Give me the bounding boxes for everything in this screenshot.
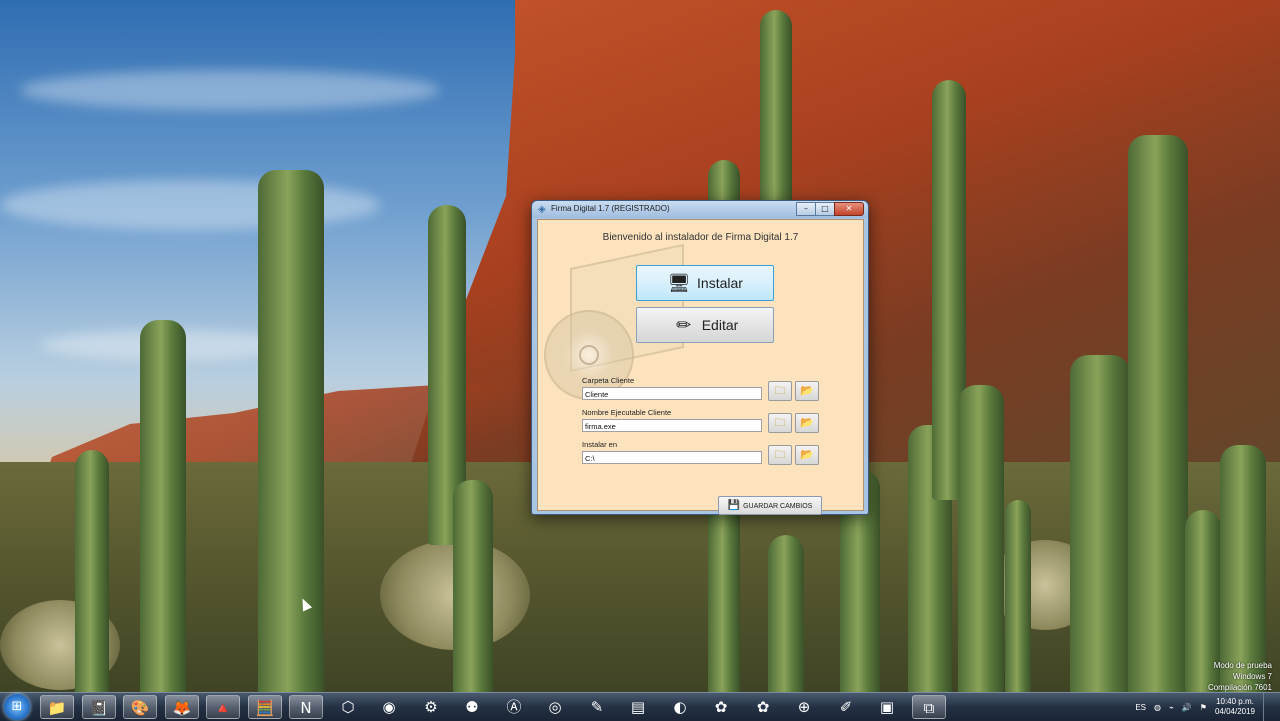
window-title: Firma Digital 1.7 (REGISTRADO) xyxy=(551,204,670,213)
cactus xyxy=(258,170,324,692)
flag-icon[interactable]: ⚑ xyxy=(1200,703,1207,712)
firefox-icon[interactable]: 🦊 xyxy=(165,695,199,719)
window-icon[interactable]: ▤ xyxy=(621,695,655,719)
calculator-icon[interactable]: 🧮 xyxy=(248,695,282,719)
open-folder-button[interactable]: 📂 xyxy=(795,381,819,401)
folder-search-icon: 🗀 xyxy=(774,448,786,461)
client-folder-label: Carpeta Cliente xyxy=(582,376,635,385)
browse-executable-button[interactable]: 🗀 xyxy=(768,413,792,433)
pencil-icon[interactable]: ✐ xyxy=(829,695,863,719)
watermark-line-2: Windows 7 xyxy=(1232,672,1272,681)
cactus xyxy=(453,480,493,692)
watermark-line-1: Modo de prueba xyxy=(1213,661,1272,670)
edit-button-label: Editar xyxy=(701,317,739,333)
notes-icon[interactable]: 📓 xyxy=(82,695,116,719)
clock-time: 10:40 p.m. xyxy=(1216,697,1254,706)
install-button[interactable]: 🖥 Instalar xyxy=(636,265,774,301)
install-button-label: Instalar xyxy=(697,275,743,291)
app-a-icon[interactable]: Ⓐ xyxy=(497,695,531,719)
system-tray: ES ◍ ⌁ 🔊 ⚑ 10:40 p.m. 04/04/2019 xyxy=(1135,693,1274,721)
executable-name-input[interactable]: firma.exe xyxy=(582,419,762,432)
start-button[interactable]: ⊞ xyxy=(4,694,30,720)
open-executable-folder-button[interactable]: 📂 xyxy=(795,413,819,433)
monitor-icon[interactable]: ▣ xyxy=(870,695,904,719)
test-mode-watermark: Modo de prueba Windows 7 Compilación 760… xyxy=(1208,660,1272,693)
paw-icon[interactable]: ✿ xyxy=(704,695,738,719)
cloud xyxy=(20,70,440,110)
paint-icon[interactable]: 🎨 xyxy=(123,695,157,719)
app-icon: ◈ xyxy=(538,204,546,215)
folder-icon: 📂 xyxy=(800,416,814,429)
cactus xyxy=(1070,355,1130,692)
taskbar: ⊞ 📁 📓 🎨 🦊 🔺 🧮 N ⬡ ◉ ⚙ ⚉ Ⓐ ◎ ✎ ▤ ◐ ✿ ✿ ⊕ ✐ ▣ ⧉ ES ◍ ⌁ 🔊 ⚑ 10:4… xyxy=(0,692,1280,721)
clock-date: 04/04/2019 xyxy=(1214,707,1255,716)
cactus xyxy=(1220,445,1266,692)
executable-name-label: Nombre Ejecutable Cliente xyxy=(582,408,672,417)
window-controls: – □ ✕ xyxy=(796,202,864,216)
language-indicator[interactable]: ES xyxy=(1135,703,1146,712)
folder-icon: 📂 xyxy=(800,448,814,461)
close-button[interactable]: ✕ xyxy=(834,202,864,216)
network-tray-icon[interactable]: ⌁ xyxy=(1169,703,1174,712)
vlc-icon[interactable]: 🔺 xyxy=(206,695,240,719)
title-bar[interactable]: ◈ Firma Digital 1.7 (REGISTRADO) – □ ✕ xyxy=(532,201,868,218)
cactus xyxy=(75,450,109,692)
cactus xyxy=(140,320,186,692)
editor-icon[interactable]: ✎ xyxy=(580,695,614,719)
obs-icon[interactable]: ◎ xyxy=(538,695,572,719)
folder-search-icon: 🗀 xyxy=(774,384,786,397)
volume-icon[interactable]: 🔊 xyxy=(1182,703,1192,712)
cactus xyxy=(958,385,1004,692)
pencil-icon: ✏ xyxy=(676,314,692,335)
chrome-icon[interactable]: ◉ xyxy=(372,695,406,719)
installer-icon[interactable]: ⧉ xyxy=(912,695,946,719)
cactus xyxy=(1128,135,1188,692)
installer-body: Bienvenido al instalador de Firma Digita… xyxy=(537,219,864,515)
box-icon[interactable]: ⬡ xyxy=(331,695,365,719)
folder-search-icon: 🗀 xyxy=(774,416,786,429)
paw2-icon[interactable]: ✿ xyxy=(746,695,780,719)
save-changes-button[interactable]: 💾 GUARDAR CAMBIOS xyxy=(718,496,822,515)
settings-icon[interactable]: ⚙ xyxy=(414,695,448,719)
remote-icon[interactable]: ⚉ xyxy=(455,695,489,719)
save-changes-label: GUARDAR CAMBIOS xyxy=(743,503,813,510)
welcome-text: Bienvenido al instalador de Firma Digita… xyxy=(602,232,799,243)
network-icon[interactable]: ⊕ xyxy=(787,695,821,719)
clock[interactable]: 10:40 p.m. 04/04/2019 xyxy=(1215,697,1255,717)
client-folder-input[interactable]: Cliente xyxy=(582,387,762,400)
explorer-icon[interactable]: 📁 xyxy=(40,695,74,719)
help-icon[interactable]: ◍ xyxy=(1154,703,1161,712)
ball-icon[interactable]: ◐ xyxy=(663,695,697,719)
floppy-disk-icon: 💾 xyxy=(727,500,741,511)
cactus xyxy=(1005,500,1031,692)
edit-button[interactable]: ✏ Editar xyxy=(636,307,774,343)
maximize-button[interactable]: □ xyxy=(815,202,835,216)
minimize-button[interactable]: – xyxy=(796,202,816,216)
install-path-input[interactable]: C:\ xyxy=(582,451,762,464)
cactus xyxy=(768,535,804,692)
onenote-icon[interactable]: N xyxy=(289,695,323,719)
open-path-folder-button[interactable]: 📂 xyxy=(795,445,819,465)
installer-window: ◈ Firma Digital 1.7 (REGISTRADO) – □ ✕ B… xyxy=(531,200,869,515)
browse-path-button[interactable]: 🗀 xyxy=(768,445,792,465)
installer-icon: 🖥 xyxy=(667,272,691,293)
show-desktop-button[interactable] xyxy=(1263,693,1274,721)
browse-folder-button[interactable]: 🗀 xyxy=(768,381,792,401)
install-path-label: Instalar en xyxy=(582,440,618,449)
folder-icon: 📂 xyxy=(800,384,814,397)
